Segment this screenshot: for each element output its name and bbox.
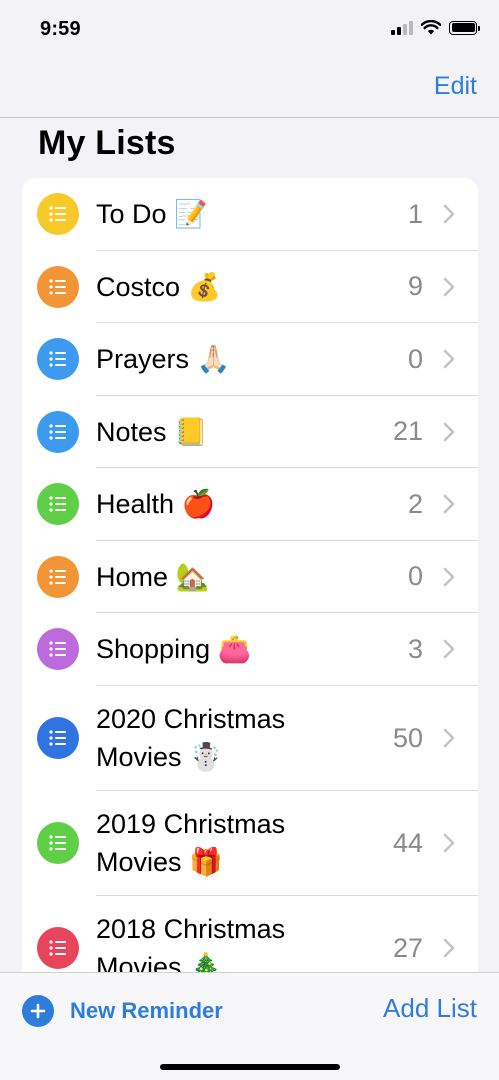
status-icons: [391, 20, 480, 35]
list-row[interactable]: Notes 📒 21: [22, 396, 478, 468]
list-bullet-icon: [37, 628, 79, 671]
battery-icon: [449, 20, 480, 35]
list-count: 44: [392, 827, 423, 858]
chevron-right-icon: [443, 494, 455, 514]
plus-circle-icon: [22, 995, 54, 1027]
chevron-right-icon: [443, 422, 455, 442]
navigation-bar: Edit: [0, 60, 499, 118]
home-indicator: [160, 1064, 340, 1070]
list-count: 21: [392, 416, 423, 447]
chevron-right-icon: [443, 728, 455, 748]
cellular-signal-icon: [391, 20, 413, 35]
list-row[interactable]: Health 🍎 2: [22, 468, 478, 541]
list-name: To Do 📝: [96, 199, 208, 230]
list-bullet-icon: [37, 483, 79, 526]
chevron-right-icon: [443, 833, 455, 853]
page-title: My Lists: [38, 124, 176, 162]
list-name: Shopping 👛: [96, 634, 252, 665]
list-row[interactable]: Shopping 👛 3: [22, 613, 478, 686]
new-reminder-label: New Reminder: [70, 998, 223, 1023]
add-list-button[interactable]: Add List: [383, 993, 477, 1024]
list-name: Costco 💰: [96, 271, 222, 302]
list-count: 27: [392, 932, 423, 963]
chevron-right-icon: [443, 639, 455, 659]
bottom-toolbar: New Reminder Add List: [0, 972, 499, 1080]
list-bullet-icon: [37, 193, 79, 236]
list-count: 0: [407, 561, 423, 592]
list-row[interactable]: Prayers 🙏🏻 0: [22, 323, 478, 396]
list-count: 2: [407, 488, 423, 519]
list-bullet-icon: [37, 822, 79, 864]
list-bullet-icon: [37, 927, 79, 969]
list-name: Health 🍎: [96, 489, 216, 520]
list-count: 1: [407, 198, 423, 229]
chevron-right-icon: [443, 567, 455, 587]
status-time: 9:59: [40, 18, 81, 40]
list-count: 0: [407, 343, 423, 374]
list-bullet-icon: [37, 717, 79, 759]
my-lists-card: To Do 📝 1 Costco 💰 9 Prayers 🙏🏻 0 Notes 📒 21 Hea…: [22, 178, 478, 988]
list-name: Home 🏡: [96, 561, 210, 592]
list-count: 3: [407, 633, 423, 664]
chevron-right-icon: [443, 938, 455, 958]
list-bullet-icon: [37, 555, 79, 598]
chevron-right-icon: [443, 277, 455, 297]
list-name: Prayers 🙏🏻: [96, 344, 231, 375]
edit-button[interactable]: Edit: [434, 72, 477, 101]
list-row[interactable]: 2019 Christmas Movies 🎁 44: [22, 791, 478, 896]
list-row[interactable]: To Do 📝 1: [22, 178, 478, 251]
list-count: 50: [392, 722, 423, 753]
list-name: 2020 Christmas Movies ☃️: [96, 704, 286, 772]
list-row[interactable]: Home 🏡 0: [22, 541, 478, 613]
list-bullet-icon: [37, 410, 79, 453]
list-bullet-icon: [37, 265, 79, 308]
list-row[interactable]: 2020 Christmas Movies ☃️ 50: [22, 686, 478, 791]
list-bullet-icon: [37, 338, 79, 381]
list-count: 9: [407, 271, 423, 302]
list-row[interactable]: Costco 💰 9: [22, 251, 478, 323]
list-name: 2019 Christmas Movies 🎁: [96, 809, 286, 877]
new-reminder-button[interactable]: New Reminder: [22, 995, 223, 1027]
status-bar: 9:59: [0, 0, 499, 60]
list-name: Notes 📒: [96, 416, 208, 447]
chevron-right-icon: [443, 349, 455, 369]
chevron-right-icon: [443, 204, 455, 224]
wifi-icon: [421, 20, 441, 35]
reminders-screen: 9:59 Edit My Lists To Do 📝 1 Costco 💰 9 Pray…: [0, 0, 499, 1080]
